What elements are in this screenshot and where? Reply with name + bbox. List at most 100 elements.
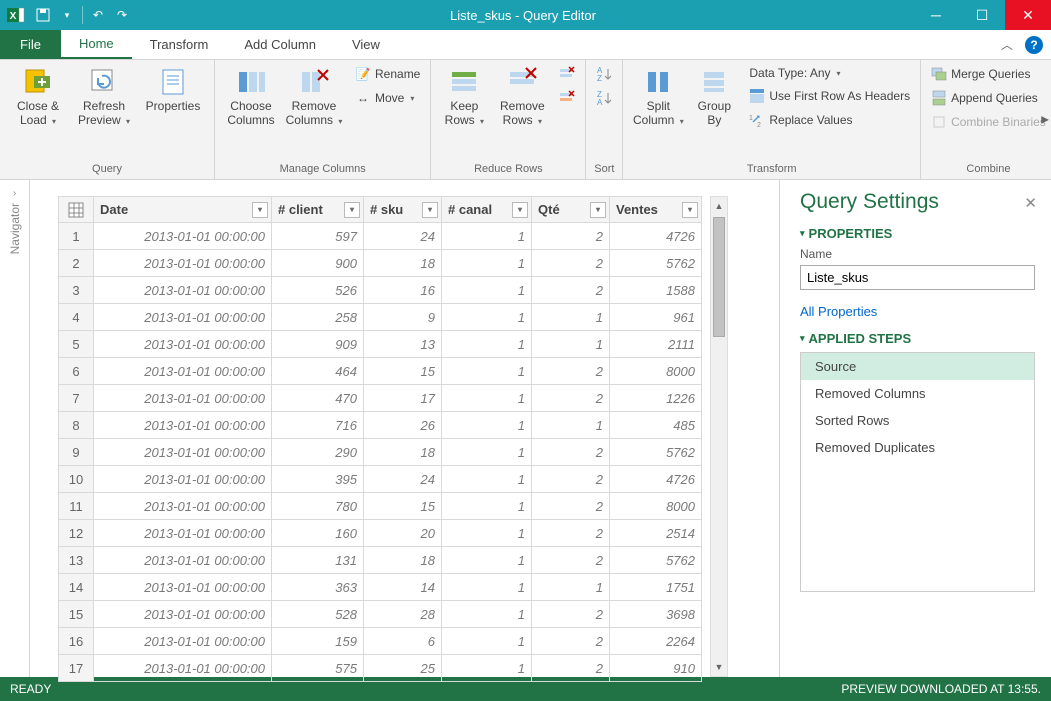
- tab-home[interactable]: Home: [61, 30, 132, 59]
- cell-client[interactable]: 160: [272, 520, 364, 547]
- tab-transform[interactable]: Transform: [132, 30, 227, 59]
- data-type-button[interactable]: Data Type: Any▾: [745, 64, 914, 82]
- col-header-sku[interactable]: # sku▾: [364, 196, 442, 223]
- step-removed-columns[interactable]: Removed Columns: [801, 380, 1034, 407]
- table-row[interactable]: 142013-01-01 00:00:0036314111751: [58, 574, 702, 601]
- cell-ventes[interactable]: 910: [610, 655, 702, 682]
- cell-date[interactable]: 2013-01-01 00:00:00: [94, 574, 272, 601]
- cell-sku[interactable]: 17: [364, 385, 442, 412]
- col-header-ventes[interactable]: Ventes▾: [610, 196, 702, 223]
- cell-date[interactable]: 2013-01-01 00:00:00: [94, 385, 272, 412]
- cell-date[interactable]: 2013-01-01 00:00:00: [94, 547, 272, 574]
- vertical-scrollbar[interactable]: ▲ ▼: [710, 196, 728, 677]
- cell-qte[interactable]: 1: [532, 331, 610, 358]
- cell-canal[interactable]: 1: [442, 574, 532, 601]
- cell-client[interactable]: 909: [272, 331, 364, 358]
- table-row[interactable]: 152013-01-01 00:00:0052828123698: [58, 601, 702, 628]
- cell-ventes[interactable]: 1226: [610, 385, 702, 412]
- table-row[interactable]: 132013-01-01 00:00:0013118125762: [58, 547, 702, 574]
- cell-date[interactable]: 2013-01-01 00:00:00: [94, 331, 272, 358]
- cell-qte[interactable]: 2: [532, 439, 610, 466]
- cell-qte[interactable]: 2: [532, 601, 610, 628]
- filter-icon[interactable]: ▾: [422, 202, 438, 218]
- tab-file[interactable]: File: [0, 30, 61, 59]
- cell-canal[interactable]: 1: [442, 628, 532, 655]
- table-row[interactable]: 32013-01-01 00:00:0052616121588: [58, 277, 702, 304]
- cell-sku[interactable]: 16: [364, 277, 442, 304]
- cell-qte[interactable]: 2: [532, 493, 610, 520]
- all-properties-link[interactable]: All Properties: [800, 304, 1035, 319]
- cell-sku[interactable]: 26: [364, 412, 442, 439]
- cell-sku[interactable]: 6: [364, 628, 442, 655]
- cell-sku[interactable]: 24: [364, 223, 442, 250]
- cell-canal[interactable]: 1: [442, 547, 532, 574]
- cell-qte[interactable]: 2: [532, 547, 610, 574]
- cell-qte[interactable]: 2: [532, 628, 610, 655]
- tab-view[interactable]: View: [334, 30, 398, 59]
- cell-canal[interactable]: 1: [442, 466, 532, 493]
- filter-icon[interactable]: ▾: [512, 202, 528, 218]
- qat-redo-icon[interactable]: ↷: [111, 4, 133, 26]
- navigator-rail[interactable]: › Navigator: [0, 180, 30, 677]
- table-row[interactable]: 12013-01-01 00:00:0059724124726: [58, 223, 702, 250]
- ribbon-overflow-icon[interactable]: ▶: [1041, 114, 1049, 125]
- cell-ventes[interactable]: 8000: [610, 358, 702, 385]
- cell-client[interactable]: 716: [272, 412, 364, 439]
- cell-date[interactable]: 2013-01-01 00:00:00: [94, 250, 272, 277]
- group-by-button[interactable]: GroupBy: [689, 64, 739, 130]
- cell-ventes[interactable]: 4726: [610, 466, 702, 493]
- cell-sku[interactable]: 24: [364, 466, 442, 493]
- maximize-button[interactable]: ☐: [959, 0, 1005, 30]
- scroll-down-icon[interactable]: ▼: [711, 658, 727, 676]
- cell-canal[interactable]: 1: [442, 250, 532, 277]
- cell-qte[interactable]: 2: [532, 250, 610, 277]
- sort-desc-button[interactable]: ZA: [592, 88, 616, 108]
- filter-icon[interactable]: ▾: [590, 202, 606, 218]
- cell-client[interactable]: 528: [272, 601, 364, 628]
- cell-qte[interactable]: 2: [532, 277, 610, 304]
- cell-canal[interactable]: 1: [442, 277, 532, 304]
- cell-canal[interactable]: 1: [442, 412, 532, 439]
- filter-icon[interactable]: ▾: [252, 202, 268, 218]
- remove-duplicates-button[interactable]: [555, 64, 579, 84]
- cell-client[interactable]: 597: [272, 223, 364, 250]
- qat-dropdown-icon[interactable]: ▾: [56, 4, 78, 26]
- cell-client[interactable]: 395: [272, 466, 364, 493]
- cell-client[interactable]: 131: [272, 547, 364, 574]
- combine-binaries-button[interactable]: Combine Binaries: [927, 112, 1050, 132]
- cell-qte[interactable]: 1: [532, 574, 610, 601]
- rename-button[interactable]: 📝Rename: [351, 64, 424, 84]
- cell-client[interactable]: 290: [272, 439, 364, 466]
- cell-date[interactable]: 2013-01-01 00:00:00: [94, 493, 272, 520]
- cell-sku[interactable]: 13: [364, 331, 442, 358]
- cell-qte[interactable]: 2: [532, 223, 610, 250]
- cell-client[interactable]: 258: [272, 304, 364, 331]
- cell-ventes[interactable]: 5762: [610, 439, 702, 466]
- cell-qte[interactable]: 2: [532, 385, 610, 412]
- close-panel-icon[interactable]: ✕: [1024, 194, 1037, 212]
- cell-client[interactable]: 575: [272, 655, 364, 682]
- col-header-canal[interactable]: # canal▾: [442, 196, 532, 223]
- cell-date[interactable]: 2013-01-01 00:00:00: [94, 655, 272, 682]
- keep-rows-button[interactable]: KeepRows ▾: [437, 64, 491, 130]
- col-header-date[interactable]: Date▾: [94, 196, 272, 223]
- cell-sku[interactable]: 14: [364, 574, 442, 601]
- cell-sku[interactable]: 18: [364, 250, 442, 277]
- cell-client[interactable]: 470: [272, 385, 364, 412]
- cell-canal[interactable]: 1: [442, 304, 532, 331]
- cell-date[interactable]: 2013-01-01 00:00:00: [94, 601, 272, 628]
- cell-sku[interactable]: 9: [364, 304, 442, 331]
- table-row[interactable]: 162013-01-01 00:00:001596122264: [58, 628, 702, 655]
- close-button[interactable]: ✕: [1005, 0, 1051, 30]
- cell-sku[interactable]: 18: [364, 439, 442, 466]
- cell-ventes[interactable]: 2111: [610, 331, 702, 358]
- cell-sku[interactable]: 15: [364, 493, 442, 520]
- scroll-up-icon[interactable]: ▲: [711, 197, 727, 215]
- cell-date[interactable]: 2013-01-01 00:00:00: [94, 520, 272, 547]
- cell-ventes[interactable]: 3698: [610, 601, 702, 628]
- cell-qte[interactable]: 2: [532, 655, 610, 682]
- cell-ventes[interactable]: 8000: [610, 493, 702, 520]
- cell-canal[interactable]: 1: [442, 601, 532, 628]
- cell-canal[interactable]: 1: [442, 520, 532, 547]
- table-row[interactable]: 62013-01-01 00:00:0046415128000: [58, 358, 702, 385]
